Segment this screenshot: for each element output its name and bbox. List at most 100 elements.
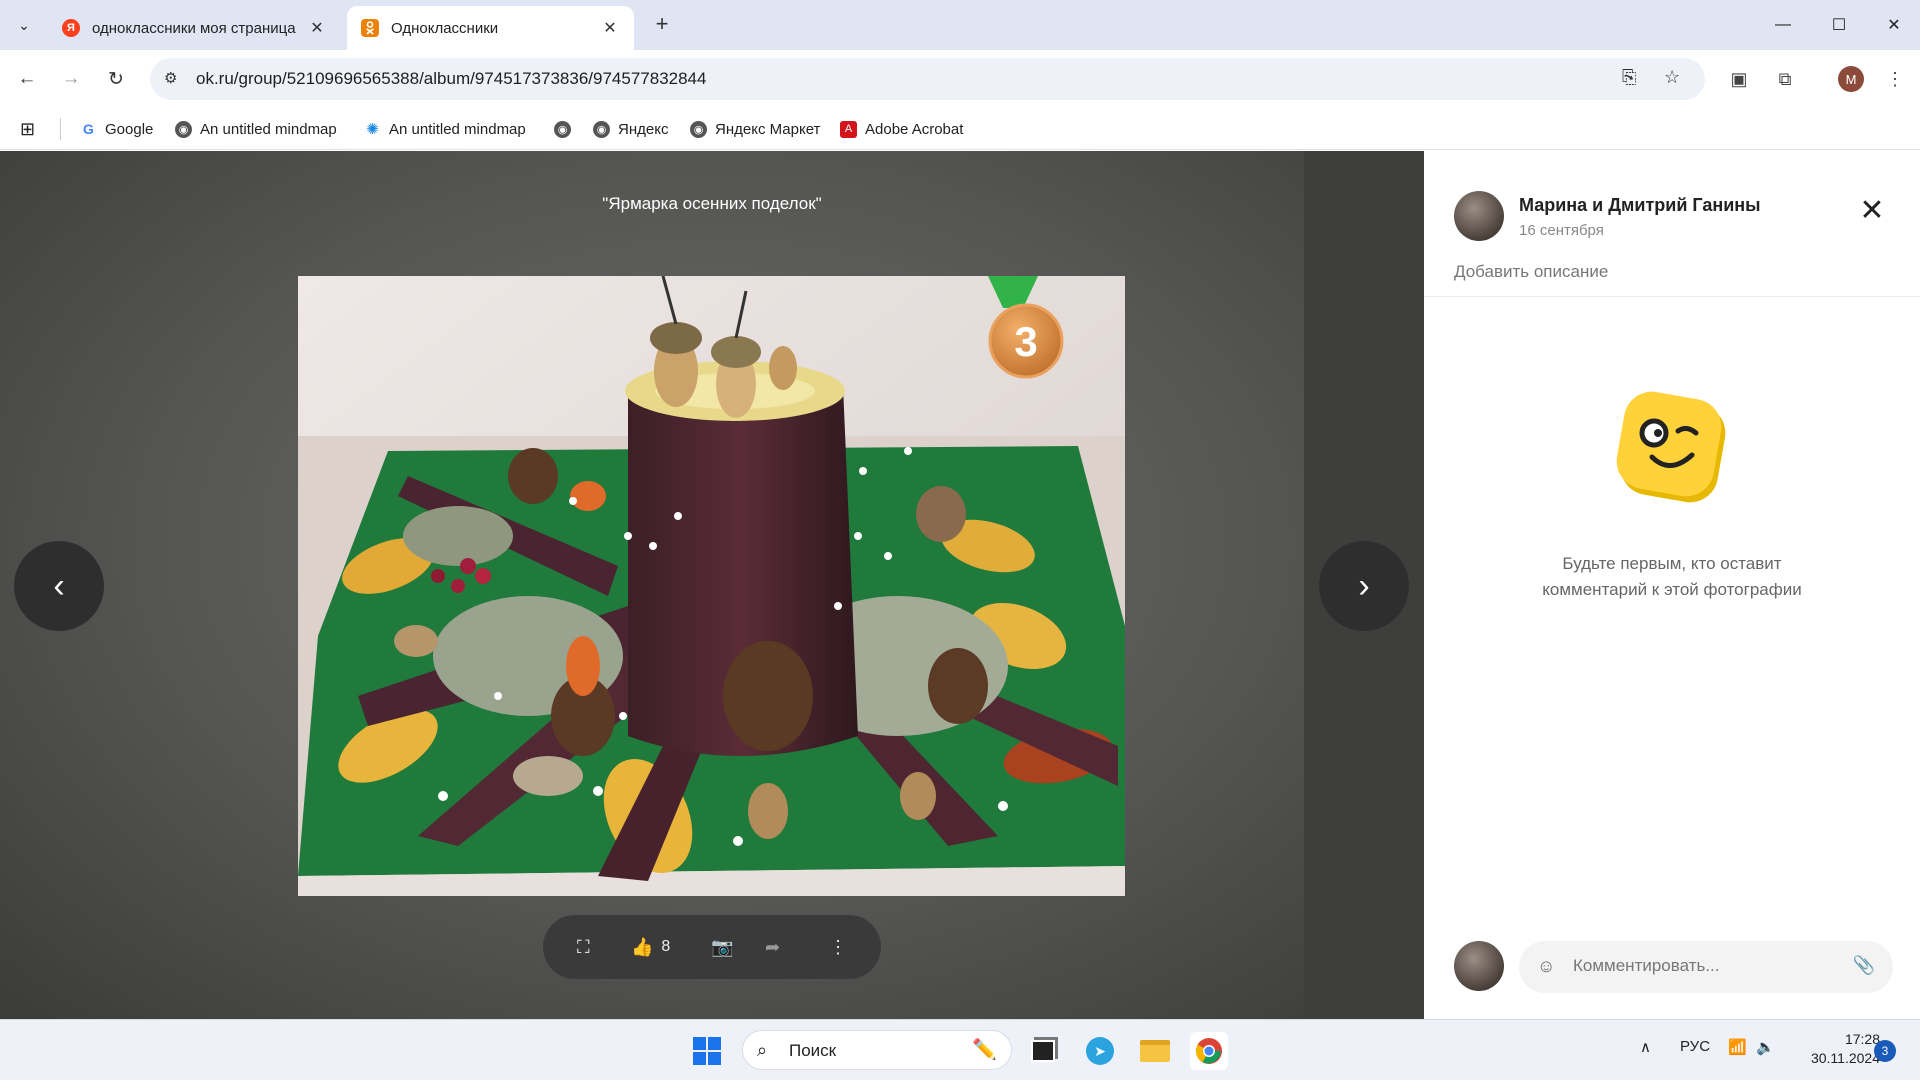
maximize-button[interactable]: ☐ [1811,0,1867,50]
previous-photo-button[interactable]: ‹ [14,541,104,631]
reload-button[interactable]: ↻ [101,64,131,94]
bookmark-label: An untitled mindmap [389,120,526,138]
album-title: "Ярмарка осенних поделок" [602,194,822,213]
arrow-left-icon: ← [17,68,37,89]
comment-input[interactable]: ☺ Комментировать... 📎 [1519,941,1893,993]
url-text[interactable]: ok.ru/group/52109696565388/album/9745173… [196,69,706,89]
install-app-icon[interactable]: ⎘ [1622,67,1636,88]
bookmark-label: Яндекс [618,120,669,138]
volume-icon[interactable]: 🔈 [1756,1038,1775,1056]
close-window-button[interactable]: ✕ [1866,0,1920,50]
close-icon[interactable]: ✕ [600,18,620,38]
tab-strip: ⌄ Я одноклассники моя страница ✕ Однокла… [0,0,1920,50]
new-tab-button[interactable]: + [650,12,674,36]
windows-start-icon[interactable] [692,1036,722,1066]
comment-placeholder[interactable]: Комментировать... [1573,956,1720,976]
bookmark-mindmap-2[interactable]: ✺ An untitled mindmap [364,118,526,140]
close-icon[interactable]: ✕ [307,18,327,38]
close-icon: ✕ [1859,194,1885,227]
google-icon: G [83,121,94,137]
next-photo-button[interactable]: › [1319,541,1409,631]
chevron-right-icon: › [1358,566,1370,605]
fullscreen-button[interactable]: ⛶ [577,934,590,960]
apps-grid-icon: ⊞ [20,118,36,139]
site-settings-icon[interactable]: ⚙ [164,69,177,87]
taskbar-file-explorer[interactable] [1136,1032,1174,1070]
forward-button[interactable]: → [56,64,86,94]
taskbar-telegram[interactable]: ➤ [1081,1032,1119,1070]
extensions-icon[interactable]: ⧉ [1770,64,1800,94]
system-clock[interactable]: 17:28 30.11.2024 [1790,1030,1880,1068]
add-description-link[interactable]: Добавить описание [1454,262,1608,282]
wifi-icon[interactable]: 📶 [1728,1038,1747,1056]
show-hidden-icons-icon[interactable]: ∧ [1640,1038,1651,1056]
browser-menu-icon[interactable]: ⋮ [1880,64,1910,94]
taskbar-search-label: Поиск [789,1041,837,1060]
smiley-icon[interactable]: ☺ [1537,956,1555,977]
bookmark-yandex-market[interactable]: ◉ Яндекс Маркет [690,118,820,140]
chevron-left-icon: ‹ [53,566,65,605]
thumbs-up-icon: 👍 [631,936,654,957]
photo-info-panel: Марина и Дмитрий Ганины 16 сентября ✕ До… [1424,151,1920,1019]
bookmark-adobe-acrobat[interactable]: A Adobe Acrobat [840,118,963,140]
bookmark-label: Яндекс Маркет [715,120,821,138]
apps-button[interactable]: ⊞ [20,118,35,140]
no-comments-message: Будьте первым, кто оставит комментарий к… [1424,551,1920,603]
winking-emoji-icon [1616,391,1726,503]
more-vertical-icon: ⋮ [829,936,847,957]
cast-icon[interactable]: ▣ [1724,64,1754,94]
fullscreen-icon: ⛶ [577,936,590,957]
no-comments-line-1: Будьте первым, кто оставит [1562,554,1782,573]
attachment-icon[interactable]: 📎 [1853,955,1875,976]
no-comments-line-2: комментарий к этой фотографии [1542,580,1802,599]
globe-icon: ◉ [554,120,571,138]
bookmark-yandex[interactable]: ◉ Яндекс [593,118,668,140]
share-arrow-icon: ➦ [765,936,781,957]
tab-yandex-search[interactable]: Я одноклассники моя страница ✕ [48,6,341,50]
camera-button[interactable]: 📷 [711,934,733,960]
globe-icon: ◉ [175,120,192,138]
bookmark-mindmap-1[interactable]: ◉ An untitled mindmap [175,118,337,140]
photo-craft-stump: 3 [298,276,1125,896]
globe-icon: ◉ [690,120,707,138]
tab-search-button[interactable]: ⌄ [10,11,38,39]
bookmark-star-icon[interactable]: ☆ [1664,67,1680,88]
bookmark-label: An untitled mindmap [200,120,337,138]
svg-text:3: 3 [1014,318,1037,365]
address-bar[interactable]: ⚙ ok.ru/group/52109696565388/album/97451… [150,58,1705,100]
bookmark-globe[interactable]: ◉ [554,118,579,140]
like-button[interactable]: 👍 8 [631,934,670,960]
bookmarks-separator [60,118,61,140]
notification-badge[interactable]: 3 [1874,1040,1896,1062]
share-button[interactable]: ➦ [765,934,780,960]
author-avatar[interactable] [1454,191,1504,241]
back-button[interactable]: ← [12,64,42,94]
chrome-icon [1195,1038,1222,1064]
taskbar-search[interactable]: ⌕ Поиск ✏️ [742,1030,1012,1070]
navigation-bar: ← → ↻ ⚙ ok.ru/group/52109696565388/album… [0,50,1920,108]
bookmark-label: Google [105,120,154,138]
photo-image[interactable]: 3 [298,276,1125,896]
search-icon: ⌕ [757,1040,768,1060]
mindmap-icon: ✺ [366,121,379,138]
profile-avatar[interactable]: M [1838,66,1864,92]
yandex-favicon-icon: Я [62,19,80,37]
bookmarks-bar: ⊞ G Google ◉ An untitled mindmap ✺ An un… [0,108,1920,150]
tab-odnoklassniki[interactable]: Одноклассники ✕ [347,6,634,50]
taskbar-task-view[interactable] [1024,1032,1062,1070]
arrow-right-icon: → [61,68,81,89]
input-language[interactable]: РУС [1680,1038,1710,1055]
close-viewer-button[interactable]: ✕ [1852,191,1892,231]
minimize-button[interactable]: — [1755,0,1811,50]
camera-icon: 📷 [711,936,734,957]
clock-date: 30.11.2024 [1810,1050,1880,1066]
taskbar-chrome[interactable] [1190,1032,1228,1070]
task-view-icon [1031,1040,1055,1062]
windows-taskbar: ⌕ Поиск ✏️ ➤ ∧ РУС 📶 🔈 17:28 30.11.2024 … [0,1019,1920,1080]
ok-favicon-icon [361,19,379,37]
telegram-icon: ➤ [1086,1037,1114,1065]
bookmark-google[interactable]: G Google [80,118,153,140]
more-options-button[interactable]: ⋮ [829,934,847,960]
like-count: 8 [661,938,671,955]
author-name[interactable]: Марина и Дмитрий Ганины [1519,195,1761,216]
